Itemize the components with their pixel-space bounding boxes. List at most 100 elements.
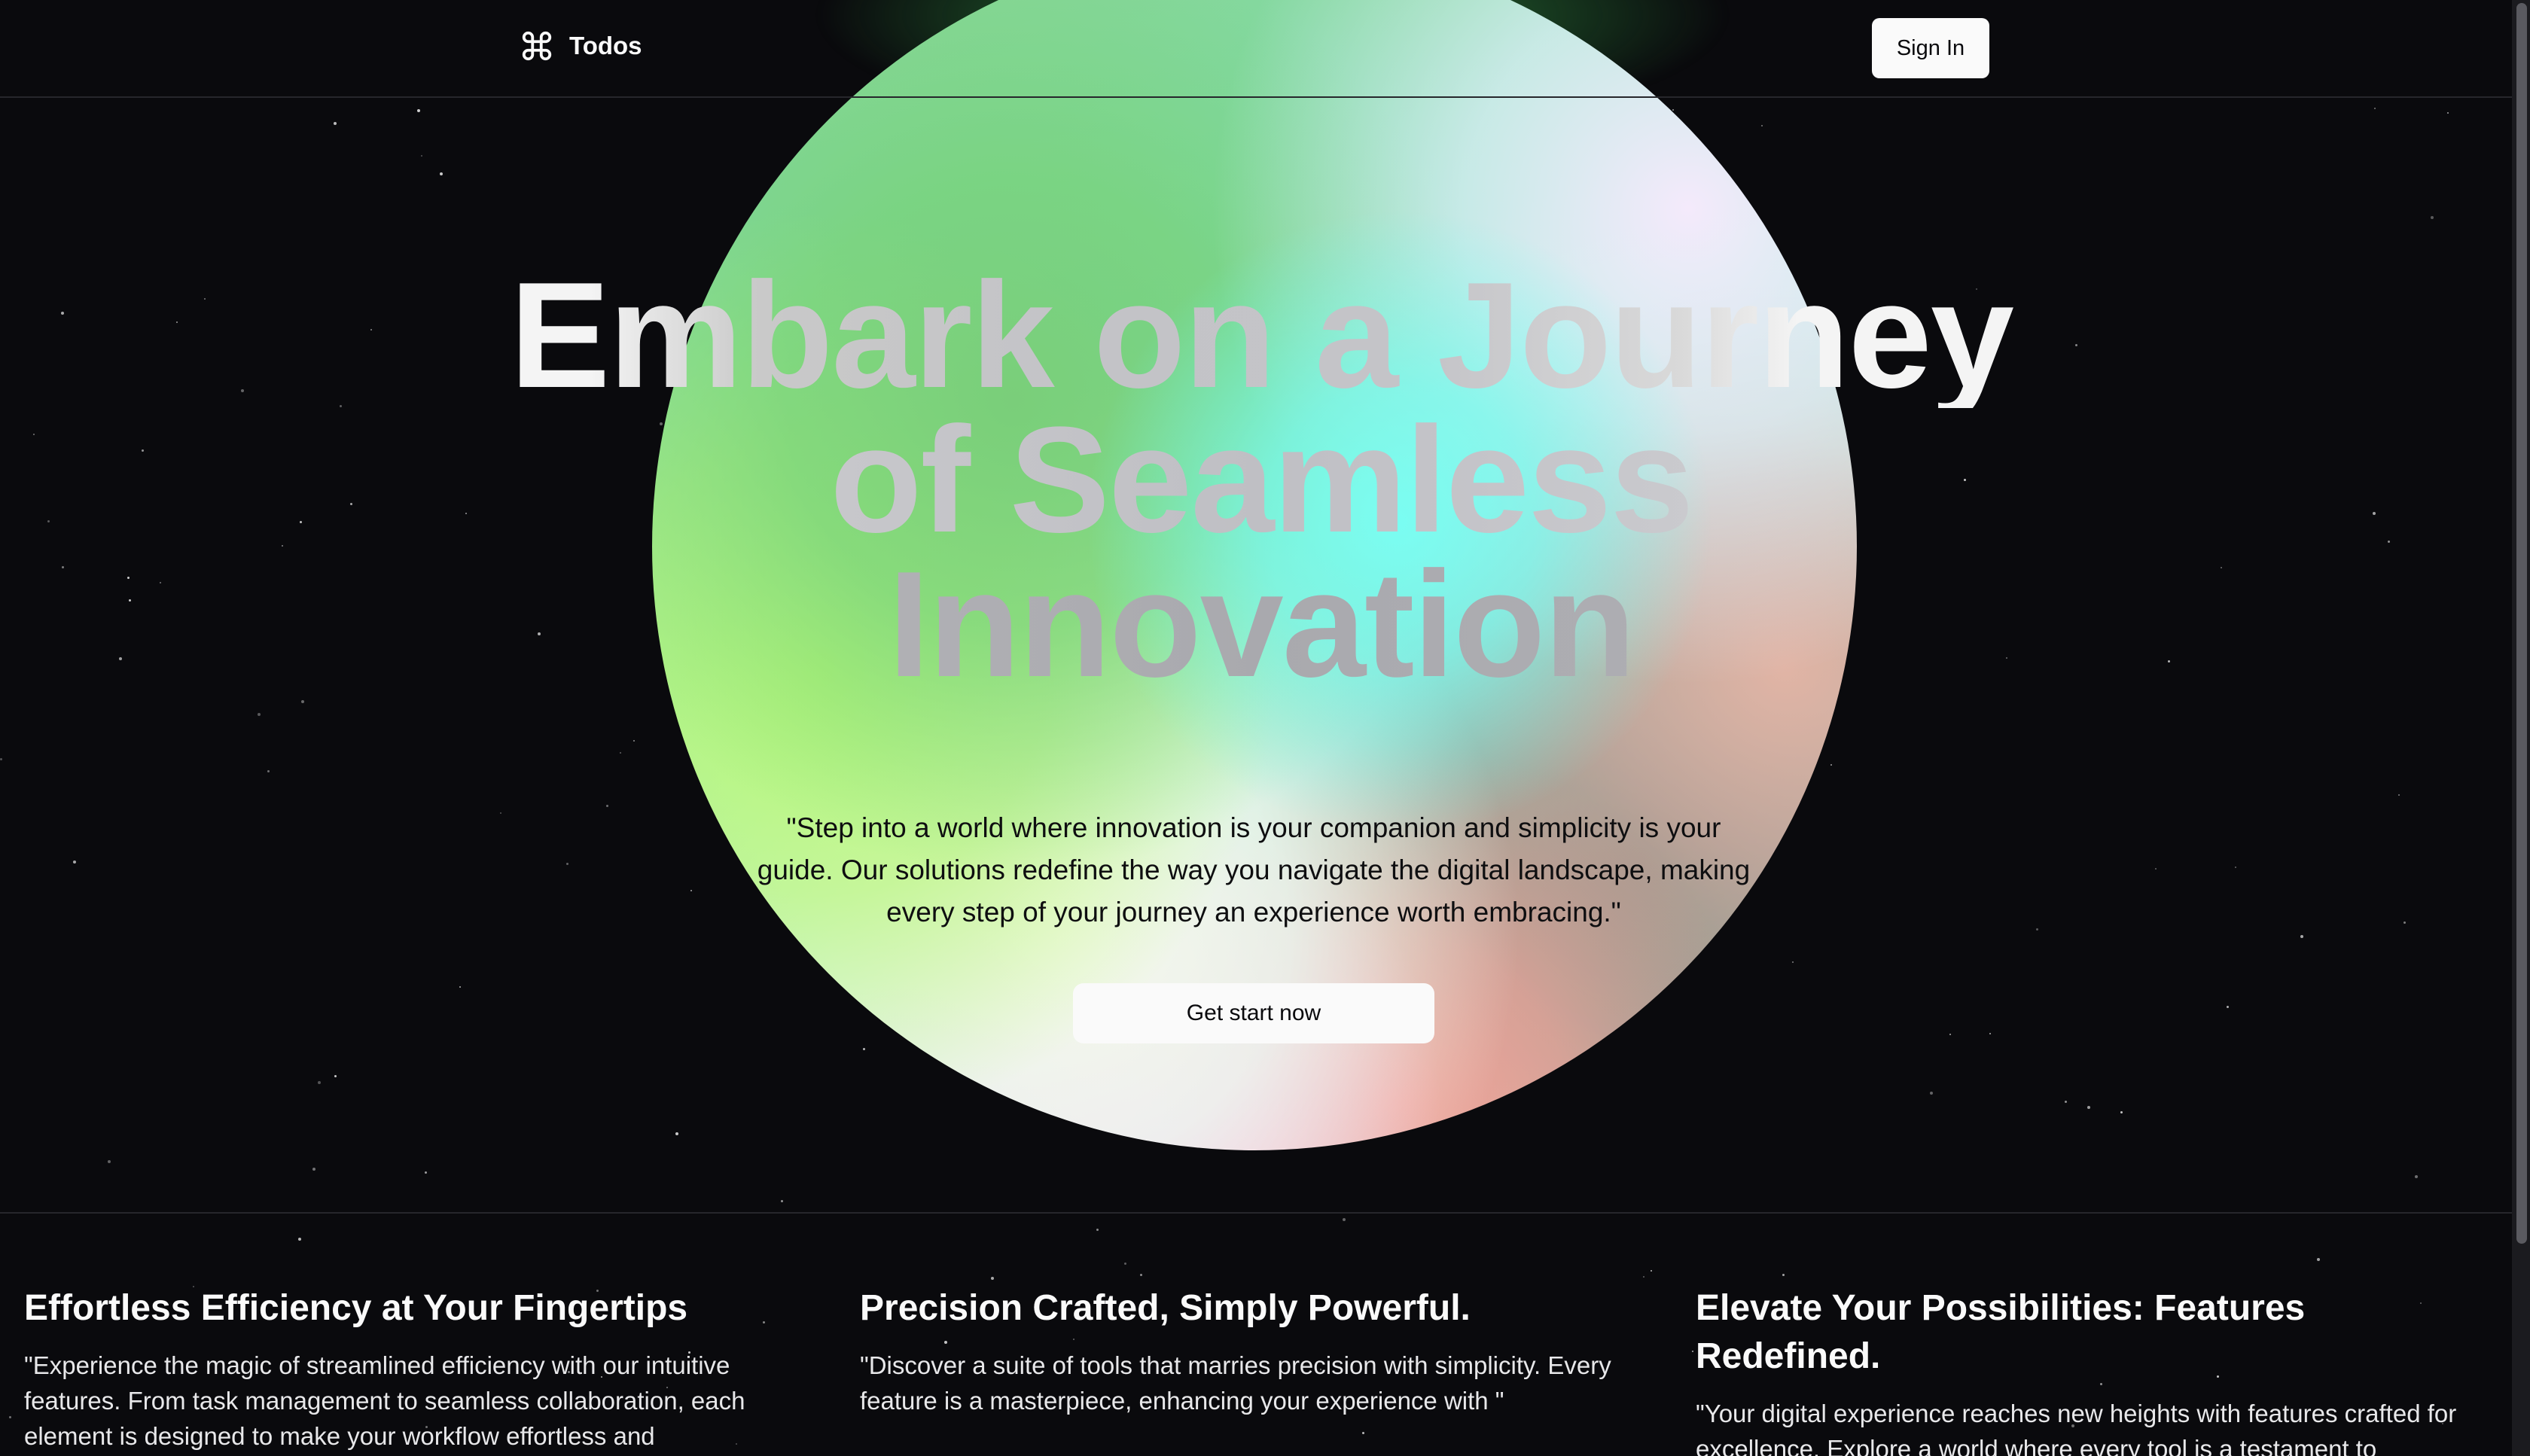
- star-dot: [2120, 1111, 2123, 1113]
- star-dot: [9, 1416, 11, 1418]
- sign-in-button[interactable]: Sign In: [1872, 18, 1989, 78]
- star-dot: [1782, 1274, 1785, 1276]
- star-dot: [1989, 1033, 1991, 1034]
- page-scrollbar[interactable]: [2512, 0, 2530, 1456]
- star-dot: [2168, 660, 2170, 663]
- feature-card-3: Elevate Your Possibilities: Features Red…: [1696, 1284, 2494, 1456]
- star-dot: [2036, 928, 2038, 931]
- star-dot: [863, 1048, 865, 1050]
- star-dot: [298, 1238, 301, 1241]
- get-started-button[interactable]: Get start now: [1073, 983, 1434, 1043]
- star-dot: [267, 770, 270, 772]
- feature-card-2: Precision Crafted, Simply Powerful. "Dis…: [860, 1284, 1643, 1418]
- star-dot: [2065, 1101, 2067, 1103]
- star-dot: [2388, 541, 2390, 543]
- star-dot: [33, 434, 35, 435]
- star-dot: [142, 449, 144, 452]
- star-dot: [2300, 935, 2303, 938]
- hero-title-line-3: Innovation: [422, 550, 2101, 700]
- star-dot: [459, 986, 461, 988]
- star-dot: [2415, 1175, 2418, 1178]
- star-dot: [1692, 1351, 1693, 1352]
- landing-page: Todos Sign In Embark on a Journey of Sea…: [0, 0, 2530, 1456]
- feature-title: Precision Crafted, Simply Powerful.: [860, 1288, 1471, 1328]
- feature-card-1: Effortless Efficiency at Your Fingertips…: [24, 1284, 807, 1454]
- star-dot: [606, 805, 608, 807]
- star-dot: [500, 812, 501, 814]
- star-dot: [301, 700, 304, 703]
- star-dot: [73, 861, 76, 864]
- star-dot: [2317, 1258, 2320, 1261]
- star-dot: [1930, 1092, 1933, 1095]
- star-dot: [633, 740, 635, 742]
- star-dot: [620, 752, 621, 754]
- star-dot: [1362, 1432, 1364, 1434]
- star-dot: [2221, 567, 2222, 568]
- star-dot: [334, 1075, 337, 1077]
- star-dot: [61, 312, 64, 315]
- star-dot: [566, 863, 568, 865]
- star-dot: [108, 1160, 111, 1163]
- star-dot: [991, 1277, 994, 1280]
- star-dot: [1949, 1034, 1951, 1035]
- feature-title: Elevate Your Possibilities: Features Red…: [1696, 1288, 2306, 1376]
- star-dot: [2447, 112, 2449, 114]
- star-dot: [370, 329, 372, 330]
- brand-logo[interactable]: Todos: [520, 29, 642, 63]
- star-dot: [300, 521, 302, 523]
- star-dot: [312, 1168, 315, 1171]
- star-dot: [781, 1200, 783, 1202]
- star-dot: [690, 890, 692, 891]
- star-dot: [258, 713, 261, 716]
- hero-title-line-2: of Seamless: [422, 405, 2101, 556]
- scrollbar-thumb[interactable]: [2516, 3, 2527, 1244]
- star-dot: [2155, 868, 2157, 870]
- star-dot: [119, 657, 122, 660]
- star-dot: [2227, 1006, 2229, 1008]
- star-dot: [2404, 921, 2406, 924]
- feature-title: Effortless Efficiency at Your Fingertips: [24, 1288, 688, 1328]
- star-dot: [2235, 867, 2236, 868]
- star-dot: [2373, 512, 2376, 515]
- section-divider: [0, 1212, 2512, 1214]
- star-dot: [318, 1081, 321, 1084]
- star-dot: [241, 389, 244, 392]
- star-dot: [1096, 1229, 1099, 1231]
- star-dot: [62, 566, 64, 568]
- hero-title: Embark on a Journey of Seamless Innovati…: [422, 260, 2101, 700]
- star-dot: [2374, 108, 2376, 109]
- feature-text: "Discover a suite of tools that marries …: [860, 1351, 1611, 1415]
- star-dot: [1792, 961, 1794, 963]
- star-dot: [1830, 764, 1832, 766]
- star-dot: [675, 1132, 678, 1135]
- command-icon: [522, 31, 552, 61]
- star-dot: [1761, 125, 1763, 126]
- star-dot: [2398, 794, 2400, 796]
- star-dot: [2087, 1106, 2090, 1109]
- star-dot: [0, 758, 2, 760]
- top-navbar: Todos Sign In: [0, 0, 2512, 98]
- star-dot: [47, 520, 50, 522]
- star-dot: [160, 582, 161, 583]
- hero-subtitle: "Step into a world where innovation is y…: [757, 812, 1751, 928]
- star-dot: [421, 155, 422, 157]
- star-dot: [1140, 1274, 1142, 1276]
- star-dot: [340, 405, 342, 407]
- star-dot: [440, 172, 443, 175]
- star-dot: [417, 109, 420, 112]
- star-dot: [127, 577, 130, 579]
- star-dot: [1643, 1276, 1644, 1278]
- feature-text: "Experience the magic of streamlined eff…: [24, 1351, 745, 1450]
- star-dot: [2431, 216, 2434, 219]
- star-dot: [282, 545, 283, 547]
- star-dot: [334, 122, 337, 125]
- star-dot: [1343, 1218, 1346, 1221]
- star-dot: [350, 503, 352, 505]
- star-dot: [204, 298, 206, 300]
- star-dot: [425, 1171, 427, 1174]
- star-dot: [1124, 1263, 1126, 1265]
- star-dot: [1651, 1270, 1652, 1272]
- star-dot: [129, 599, 131, 602]
- hero-title-line-1: Embark on a Journey: [422, 260, 2101, 411]
- star-dot: [176, 321, 178, 323]
